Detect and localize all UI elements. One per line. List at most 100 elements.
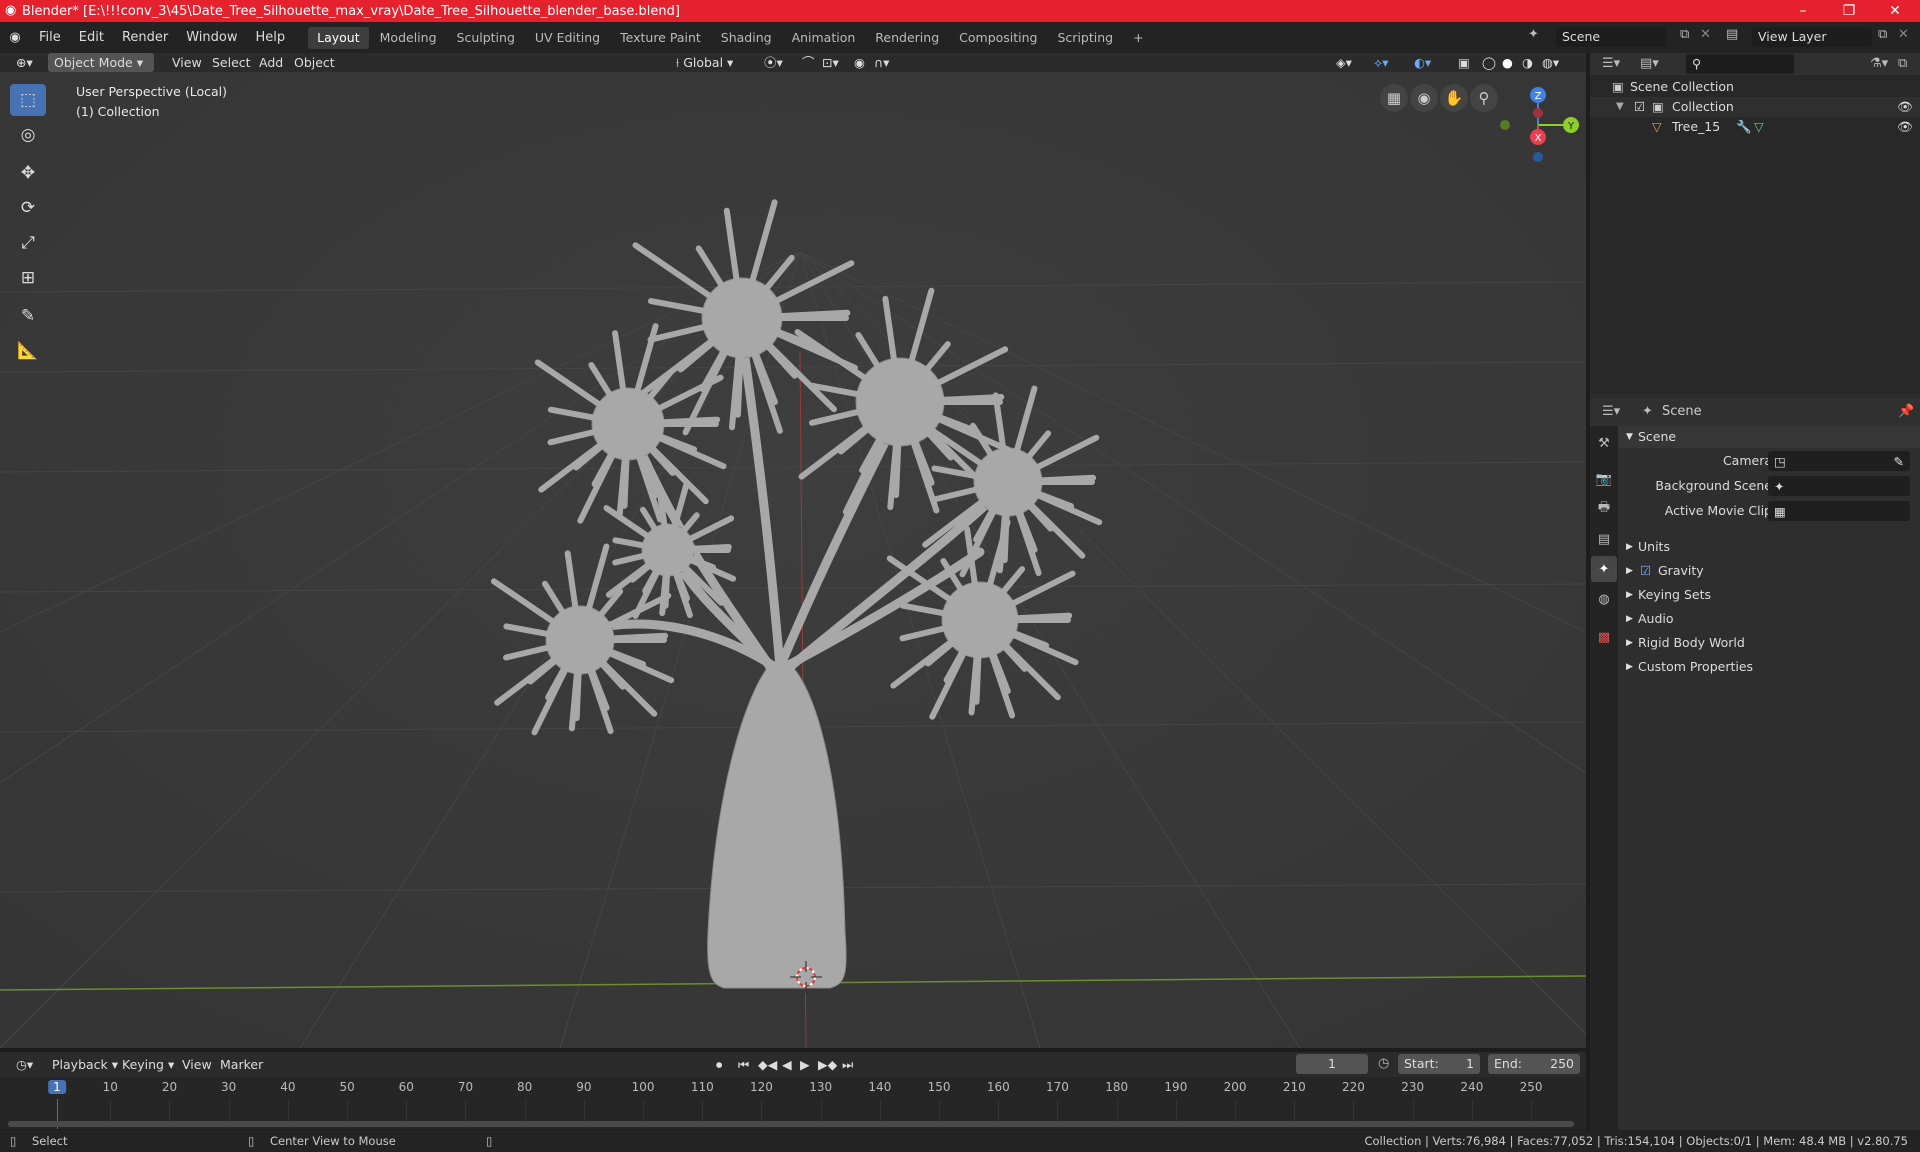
collection-checkbox[interactable]: ☑ (1634, 97, 1645, 117)
eyedropper-icon[interactable]: ✎ (1894, 451, 1904, 473)
current-frame-marker[interactable]: 1 (48, 1080, 66, 1094)
timeline-ruler[interactable]: 1 10 20 30 40 50 60 70 80 90 100 110 120 130 140 150 160… (0, 1077, 1586, 1121)
view-layer-field[interactable]: View Layer (1752, 27, 1872, 47)
select-box-tool-icon[interactable]: ⬚ (10, 84, 46, 116)
move-tool-icon[interactable]: ✥ (10, 157, 46, 189)
gravity-checkbox[interactable]: ☑ (1640, 560, 1651, 582)
menu-object[interactable]: Object (288, 53, 341, 72)
menu-add[interactable]: Add (253, 53, 289, 72)
outliner-editor-type-icon[interactable]: ☰▾ (1602, 56, 1620, 71)
mode-dropdown[interactable]: Object Mode ▾ (48, 53, 154, 72)
orientation-dropdown[interactable]: ⟊ Global ▾ (670, 53, 748, 72)
view-layer-icon[interactable]: ▤ (1726, 27, 1738, 42)
current-frame-field[interactable]: 1 (1296, 1054, 1368, 1074)
xray-icon[interactable]: ▣ (1452, 53, 1476, 72)
3d-viewport[interactable]: Z Y X User Perspective (Local) (1) Colle… (0, 72, 1586, 1048)
gizmo-toggle-icon[interactable]: ⟡▾ (1368, 53, 1395, 72)
scene-panel-header[interactable]: ▼ Scene (1618, 426, 1920, 448)
outliner-object-tree[interactable]: ▽ Tree_15 🔧 ▽ 👁 (1590, 117, 1920, 137)
add-workspace-button[interactable]: + (1124, 27, 1152, 49)
background-scene-field[interactable]: ✦ (1768, 476, 1910, 496)
outliner-scene-collection[interactable]: ▣ Scene Collection (1590, 77, 1920, 97)
world-tab-icon[interactable]: ◍ (1591, 586, 1617, 612)
timeline-view-menu[interactable]: View (176, 1055, 218, 1074)
menu-select[interactable]: Select (206, 53, 257, 72)
editor-type-icon[interactable]: ⊕▾ (10, 53, 39, 72)
camera-field[interactable]: ◳ ✎ (1768, 451, 1910, 471)
tab-rendering[interactable]: Rendering (866, 27, 948, 49)
outliner-search-input[interactable]: ⚲ (1686, 54, 1794, 74)
modifier-wrench-icon[interactable]: 🔧 (1736, 117, 1752, 137)
tab-scripting[interactable]: Scripting (1049, 27, 1123, 49)
collection-visibility-eye-icon[interactable]: 👁 (1897, 97, 1913, 117)
rendered-shading-icon[interactable]: ◍▾ (1536, 53, 1565, 72)
tab-compositing[interactable]: Compositing (950, 27, 1046, 49)
menu-help[interactable]: Help (247, 22, 295, 53)
marker-menu[interactable]: Marker (214, 1055, 269, 1074)
gravity-panel-header[interactable]: ▶ ☑ Gravity (1618, 560, 1920, 582)
new-scene-icon[interactable]: ⧉ (1680, 27, 1689, 42)
tab-modeling[interactable]: Modeling (371, 27, 446, 49)
snap-target-icon[interactable]: ⊡▾ (816, 53, 845, 72)
outliner-collection[interactable]: ▼ ☑ ▣ Collection 👁 (1590, 97, 1920, 117)
maximize-button[interactable]: ❐ (1826, 0, 1872, 22)
gizmo-neg-z[interactable] (1533, 152, 1543, 162)
timeline-editor-type-icon[interactable]: ◷▾ (10, 1055, 39, 1074)
scene-name-field[interactable]: Scene (1556, 27, 1666, 47)
rotate-tool-icon[interactable]: ⟳ (10, 192, 46, 224)
scene-tab-icon[interactable]: ✦ (1591, 556, 1617, 582)
rigid-body-panel-header[interactable]: ▶ Rigid Body World (1618, 632, 1920, 654)
new-view-layer-icon[interactable]: ⧉ (1878, 27, 1887, 42)
texture-tab-icon[interactable]: ▩ (1591, 624, 1617, 650)
output-tab-icon[interactable]: 🖶 (1591, 496, 1617, 522)
menu-file[interactable]: File (30, 22, 70, 53)
blender-menu-icon[interactable]: ◉ (0, 30, 30, 45)
tab-uv-editing[interactable]: UV Editing (526, 27, 609, 49)
tab-shading[interactable]: Shading (712, 27, 781, 49)
pivot-icon[interactable]: ⦿▾ (758, 53, 789, 72)
tab-texture-paint[interactable]: Texture Paint (611, 27, 710, 49)
delete-view-layer-icon[interactable]: ✕ (1898, 27, 1909, 42)
menu-window[interactable]: Window (177, 22, 246, 53)
object-visibility-eye-icon[interactable]: 👁 (1897, 117, 1913, 137)
expand-arrow-icon[interactable]: ▼ (1616, 97, 1624, 117)
menu-edit[interactable]: Edit (70, 22, 113, 53)
movie-clip-field[interactable]: ▦ (1768, 501, 1910, 521)
keying-menu[interactable]: Keying ▾ (116, 1055, 180, 1074)
annotate-tool-icon[interactable]: ✎ (10, 300, 46, 332)
pan-hand-icon[interactable]: ✋ (1440, 84, 1468, 112)
camera-view-icon[interactable]: ◉ (1410, 84, 1438, 112)
keying-sets-panel-header[interactable]: ▶ Keying Sets (1618, 584, 1920, 606)
menu-view[interactable]: View (166, 53, 208, 72)
units-panel-header[interactable]: ▶ Units (1618, 536, 1920, 558)
tab-animation[interactable]: Animation (783, 27, 865, 49)
gizmo-neg-y[interactable] (1500, 120, 1510, 130)
minimize-button[interactable]: – (1780, 0, 1826, 22)
filter-icon[interactable]: ⚗▾ (1870, 56, 1888, 71)
close-button[interactable]: ✕ (1872, 0, 1918, 22)
custom-props-panel-header[interactable]: ▶ Custom Properties (1618, 656, 1920, 678)
zoom-icon[interactable]: ⚲ (1470, 84, 1498, 112)
properties-editor-type-icon[interactable]: ☰▾ (1602, 404, 1620, 419)
tool-tab-icon[interactable]: ⚒ (1591, 430, 1617, 456)
view-layer-tab-icon[interactable]: ▤ (1591, 526, 1617, 552)
delete-scene-icon[interactable]: ✕ (1700, 27, 1711, 42)
audio-panel-header[interactable]: ▶ Audio (1618, 608, 1920, 630)
timeline-scrollbar[interactable] (8, 1121, 1574, 1127)
visibility-icon[interactable]: ◈▾ (1330, 53, 1358, 72)
menu-render[interactable]: Render (113, 22, 177, 53)
render-tab-icon[interactable]: 📷 (1591, 466, 1617, 492)
end-frame-field[interactable]: End: 250 (1488, 1054, 1580, 1074)
transform-tool-icon[interactable]: ⊞ (10, 262, 46, 294)
timeline[interactable]: 1 10 20 30 40 50 60 70 80 90 100 110 120 130 140 150 160… (0, 1077, 1586, 1129)
tab-layout[interactable]: Layout (308, 26, 369, 49)
tab-sculpting[interactable]: Sculpting (448, 27, 524, 49)
overlay-toggle-icon[interactable]: ◐▾ (1408, 53, 1437, 72)
new-collection-icon[interactable]: ⧉ (1898, 56, 1907, 71)
scene-selector-icon[interactable]: ✦ (1528, 27, 1539, 42)
measure-tool-icon[interactable]: 📐 (10, 335, 46, 367)
cursor-tool-icon[interactable]: ◎ (10, 119, 46, 151)
scale-tool-icon[interactable]: ⤢ (10, 227, 46, 259)
jump-end-icon[interactable]: ⏭ (836, 1055, 859, 1074)
gizmo-neg-x[interactable] (1533, 108, 1543, 118)
